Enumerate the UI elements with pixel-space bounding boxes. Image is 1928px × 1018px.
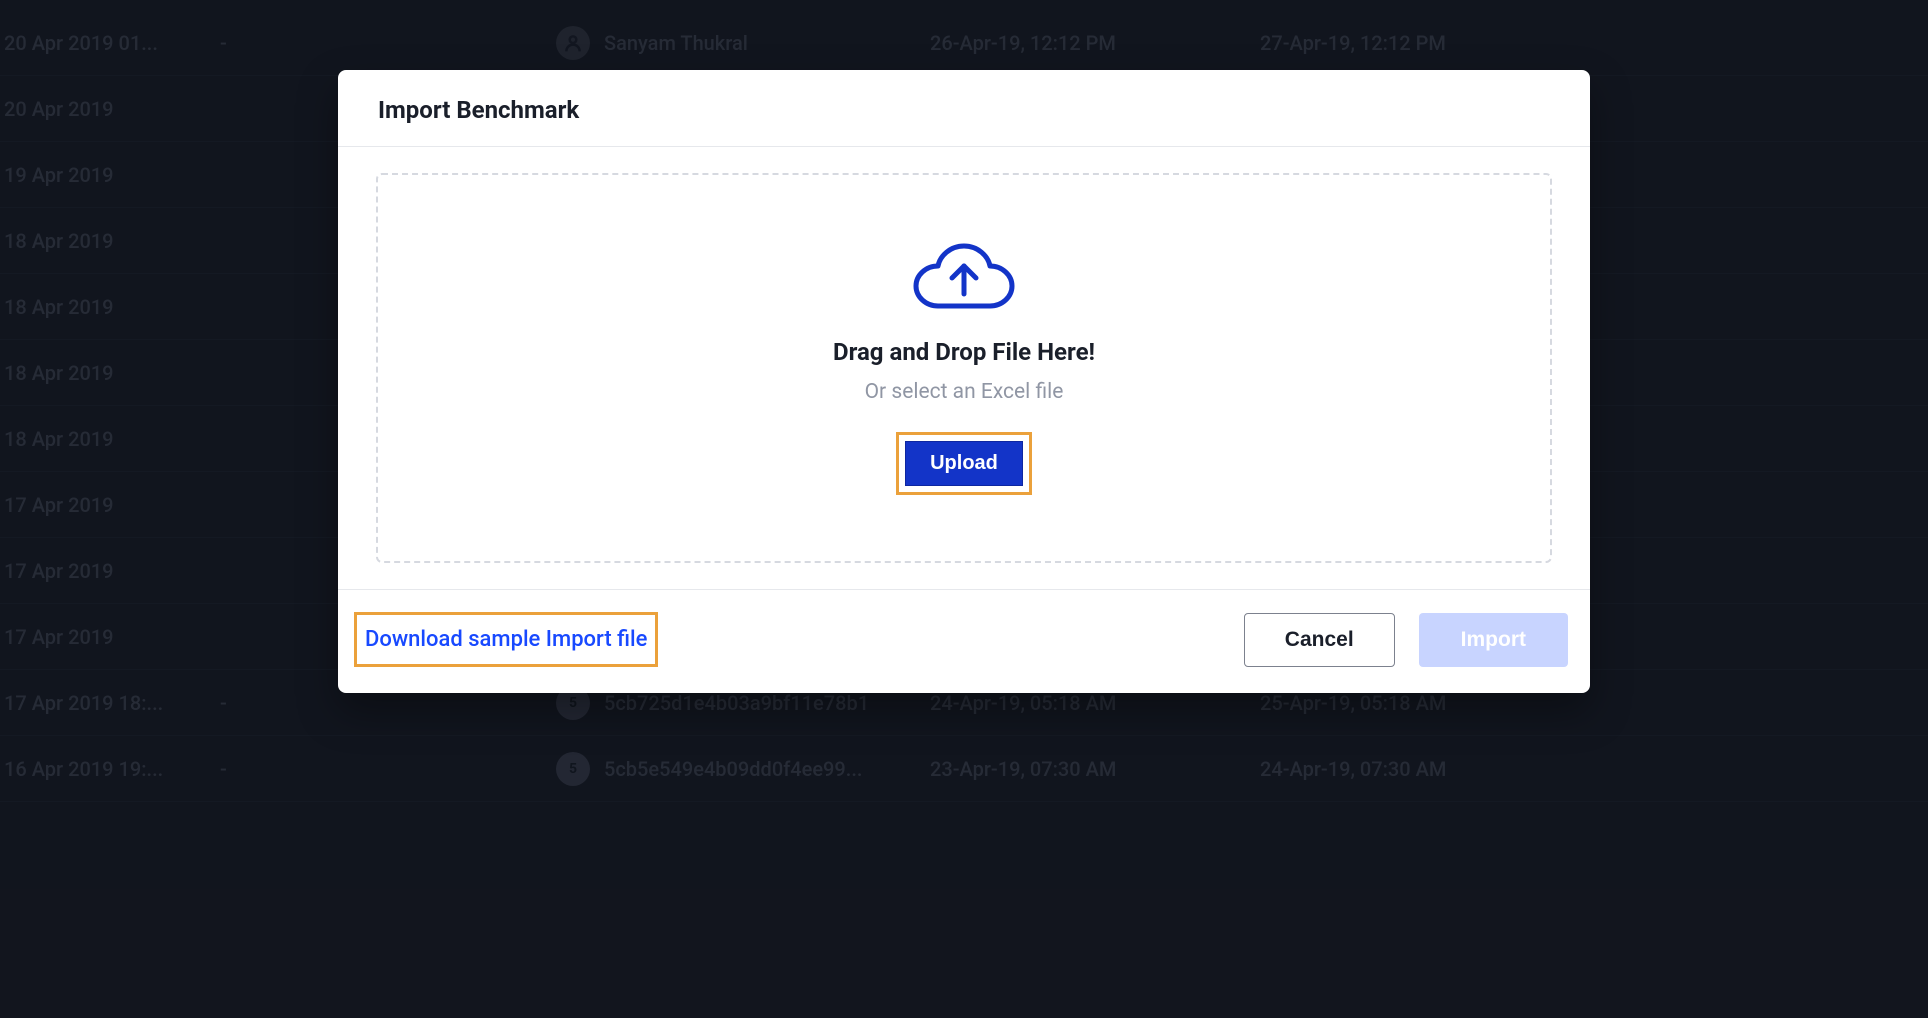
modal-body: Drag and Drop File Here! Or select an Ex… xyxy=(338,147,1590,590)
import-button[interactable]: Import xyxy=(1419,613,1568,667)
modal-footer: Download sample Import file Cancel Impor… xyxy=(338,590,1590,693)
modal-header: Import Benchmark xyxy=(338,70,1590,147)
cancel-button[interactable]: Cancel xyxy=(1244,613,1395,667)
download-sample-link[interactable]: Download sample Import file xyxy=(365,627,647,652)
import-benchmark-modal: Import Benchmark Drag and Drop File Here… xyxy=(338,70,1590,693)
highlight-download: Download sample Import file xyxy=(354,612,658,667)
cloud-upload-icon xyxy=(912,242,1016,318)
footer-actions: Cancel Import xyxy=(1244,613,1568,667)
upload-button[interactable]: Upload xyxy=(905,441,1023,486)
dropzone-title: Drag and Drop File Here! xyxy=(833,338,1095,366)
dropzone-subtitle: Or select an Excel file xyxy=(865,380,1064,404)
modal-title: Import Benchmark xyxy=(378,96,1550,124)
file-dropzone[interactable]: Drag and Drop File Here! Or select an Ex… xyxy=(376,173,1552,563)
highlight-upload: Upload xyxy=(896,432,1032,495)
